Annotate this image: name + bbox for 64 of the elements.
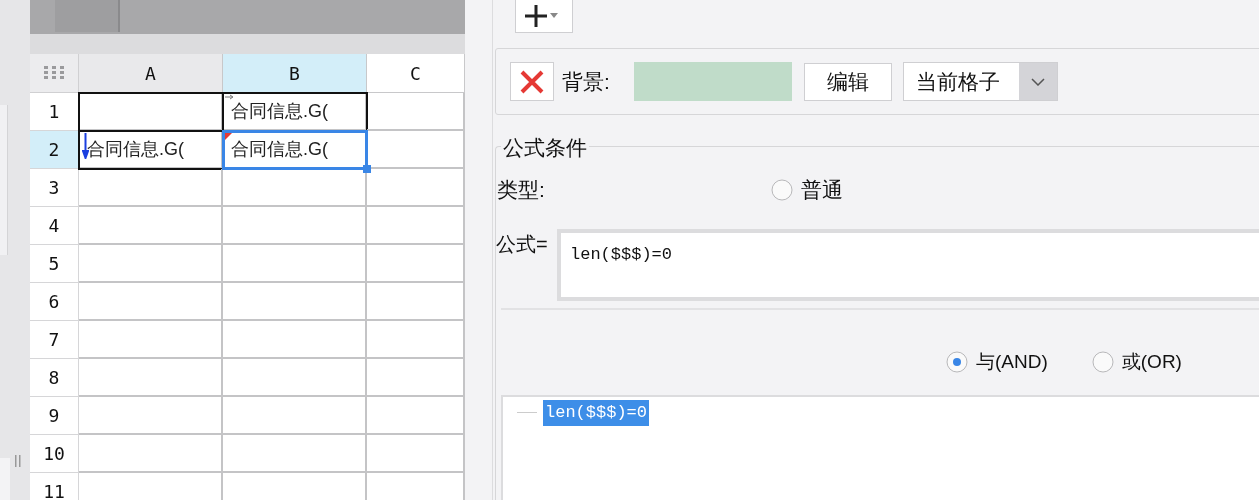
table-cell[interactable]: 合同信息.G( [79,131,223,169]
table-cell[interactable] [79,245,223,283]
add-button[interactable] [515,0,573,33]
type-label: 类型: [497,177,545,203]
table-cell[interactable] [223,283,367,321]
plus-icon [524,3,548,28]
table-cell[interactable] [223,359,367,397]
table-cell[interactable] [367,321,465,359]
table-cell[interactable] [367,207,465,245]
table-cell[interactable] [79,207,223,245]
tree-line [517,412,537,414]
table-cell[interactable] [79,93,223,131]
clear-button[interactable] [510,62,554,101]
table-cell[interactable]: 合同信息.G( [223,131,367,169]
radio-button[interactable] [771,178,793,201]
table-cell[interactable] [367,93,465,131]
table-cell[interactable] [367,397,465,435]
background-label: 背景: [562,68,611,95]
table-cell[interactable] [367,359,465,397]
row-header[interactable]: 8 [30,359,79,397]
close-icon [519,68,545,95]
row-header[interactable]: 10 [30,435,79,473]
table-cell[interactable] [79,321,223,359]
color-swatch[interactable] [634,62,792,101]
grip-icon[interactable] [15,455,21,467]
column-header[interactable]: C [367,54,465,93]
table-cell[interactable] [223,245,367,283]
row-header[interactable]: 9 [30,397,79,435]
radio-button[interactable] [1091,351,1114,374]
chevron-down-icon [1031,77,1045,86]
table-cell[interactable] [367,169,465,207]
table-cell[interactable] [79,169,223,207]
radio-button[interactable] [946,351,968,374]
scope-dropdown[interactable]: 当前格子 [903,62,1058,101]
radio-option[interactable]: 或(OR) [1091,348,1182,377]
table-cell[interactable] [223,321,367,359]
row-header[interactable]: 2 [30,131,79,169]
table-cell[interactable] [223,435,367,473]
edit-button[interactable]: 编辑 [804,62,892,101]
column-header[interactable]: B [223,54,367,93]
fill-handle[interactable] [363,165,371,173]
formula-input[interactable]: len($$$)=0 [557,229,1259,301]
table-cell[interactable] [79,397,223,435]
row-header[interactable]: 4 [30,207,79,245]
select-all-corner[interactable] [30,54,79,93]
row-header[interactable]: 7 [30,321,79,359]
grid-dots-icon [44,66,64,80]
table-cell[interactable] [79,359,223,397]
formula-label: 公式= [496,232,548,257]
row-header[interactable]: 6 [30,283,79,321]
table-cell[interactable] [367,435,465,473]
radio-option[interactable]: 普通 [771,174,843,206]
table-cell[interactable]: 合同信息.G( [223,93,367,131]
table-cell[interactable] [367,245,465,283]
column-header[interactable]: A [79,54,223,93]
row-header[interactable]: 3 [30,169,79,207]
table-cell[interactable] [367,283,465,321]
radio-option[interactable]: 与(AND) [946,348,1048,377]
table-cell[interactable] [79,283,223,321]
row-header[interactable]: 5 [30,245,79,283]
table-cell[interactable] [223,397,367,435]
table-cell[interactable] [79,435,223,473]
table-cell[interactable] [223,207,367,245]
caret-icon [550,13,558,18]
